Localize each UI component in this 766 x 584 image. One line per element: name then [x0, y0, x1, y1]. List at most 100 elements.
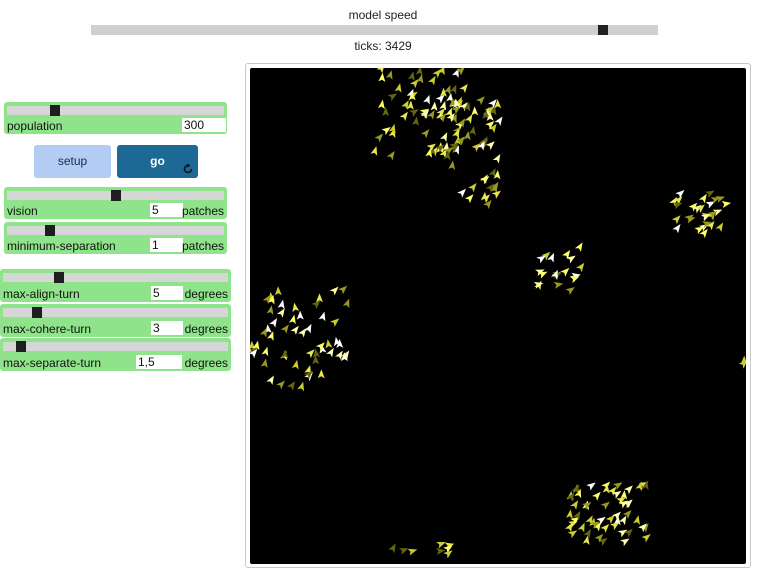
bird-turtle [266, 331, 274, 341]
bird-turtle [378, 72, 386, 82]
slider-unit: patches [181, 204, 224, 218]
bird-turtle [312, 355, 320, 365]
bird-turtle [416, 74, 424, 84]
slider-value[interactable]: 3 [151, 321, 183, 335]
bird-turtle [382, 107, 390, 116]
population-slider[interactable]: population 300 [4, 102, 227, 134]
world-view[interactable] [250, 68, 746, 564]
bird-turtle [292, 302, 300, 313]
slider-track[interactable] [3, 341, 228, 352]
bird-turtle [409, 109, 419, 117]
minimum-separation-slider[interactable]: minimum-separation 1 patches [4, 222, 227, 254]
slider-thumb[interactable] [54, 272, 65, 283]
bird-turtle [374, 133, 384, 143]
bird-turtle [260, 358, 268, 369]
bird-turtle [623, 528, 633, 538]
slider-track[interactable] [7, 225, 224, 236]
bird-turtle [376, 68, 385, 74]
slider-label: population [7, 119, 63, 133]
bird-turtle [633, 515, 640, 525]
slider-unit: degrees [184, 356, 228, 370]
bird-turtle [269, 318, 278, 328]
bird-turtle [415, 68, 423, 76]
bird-turtle [449, 84, 457, 95]
bird-turtle [492, 153, 501, 164]
model-speed-slider[interactable] [91, 25, 658, 35]
slider-unit: degrees [184, 287, 228, 301]
slider-thumb[interactable] [49, 105, 60, 116]
bird-turtle [330, 318, 340, 327]
bird-turtle [672, 223, 681, 234]
bird-turtle [565, 509, 573, 519]
bird-turtle [386, 151, 395, 161]
bird-turtle [420, 110, 430, 119]
bird-turtle [457, 188, 466, 198]
bird-turtle [671, 215, 681, 225]
bird-turtle [577, 522, 585, 533]
bird-turtle [288, 314, 296, 325]
bird-turtle [329, 286, 339, 296]
bird-turtle [574, 242, 583, 252]
bird-turtle [297, 381, 304, 392]
max-separate-turn-slider[interactable]: max-separate-turn 1,5 degrees [0, 338, 231, 371]
bird-turtle [317, 369, 325, 379]
bird-turtle [438, 68, 445, 76]
slider-value[interactable]: 5 [150, 203, 183, 217]
slider-track[interactable] [3, 272, 228, 283]
bird-turtle [600, 524, 610, 533]
slider-thumb[interactable] [16, 341, 26, 352]
bird-turtle [675, 190, 685, 199]
bird-turtle [560, 267, 570, 277]
go-button[interactable]: go [117, 145, 198, 178]
bird-turtle [291, 359, 299, 370]
bird-turtle [423, 94, 430, 105]
slider-thumb[interactable] [31, 307, 42, 318]
slider-track[interactable] [7, 105, 224, 116]
bird-turtle [483, 199, 492, 210]
bird-turtle [276, 308, 285, 318]
max-align-turn-slider[interactable]: max-align-turn 5 degrees [0, 269, 231, 302]
bird-turtle [457, 118, 466, 128]
bird-turtle [623, 485, 633, 495]
ticks-counter: ticks: 3429 [354, 39, 412, 53]
bird-turtle [620, 538, 630, 547]
bird-turtle [468, 125, 476, 136]
bird-turtle [304, 323, 312, 334]
slider-thumb[interactable] [45, 225, 56, 236]
slider-value[interactable]: 300 [182, 118, 226, 132]
bird-turtle [427, 110, 435, 120]
bird-turtle [318, 311, 326, 322]
slider-track[interactable] [7, 190, 224, 201]
model-speed-thumb[interactable] [598, 25, 608, 35]
bird-turtle [448, 160, 456, 170]
bird-turtle [705, 190, 715, 198]
bird-turtle [464, 114, 473, 124]
bird-turtle [592, 491, 601, 501]
bird-turtle [600, 501, 610, 511]
bird-turtle [338, 285, 348, 295]
max-cohere-turn-slider[interactable]: max-cohere-turn 3 degrees [0, 304, 231, 337]
bird-turtle [342, 298, 350, 309]
bird-turtle [276, 380, 286, 390]
bird-turtle [277, 299, 285, 310]
bird-turtle [485, 141, 495, 150]
slider-thumb[interactable] [110, 190, 121, 201]
bird-turtle [553, 281, 564, 289]
bird-turtle [387, 93, 398, 102]
slider-track[interactable] [3, 307, 228, 318]
slider-unit: patches [181, 239, 224, 253]
bird-turtle [420, 129, 430, 139]
bird-turtle [326, 347, 334, 358]
bird-turtle [638, 523, 647, 533]
vision-slider[interactable]: vision 5 patches [4, 187, 227, 219]
bird-turtle [440, 132, 448, 142]
bird-turtle [261, 346, 269, 357]
flock-canvas [250, 68, 746, 559]
bird-turtle [388, 543, 396, 554]
bird-turtle [287, 381, 296, 391]
slider-value[interactable]: 1 [150, 238, 183, 252]
slider-value[interactable]: 5 [151, 286, 183, 300]
bird-turtle [412, 116, 420, 126]
slider-value[interactable]: 1,5 [136, 355, 182, 369]
setup-button[interactable]: setup [34, 145, 111, 178]
